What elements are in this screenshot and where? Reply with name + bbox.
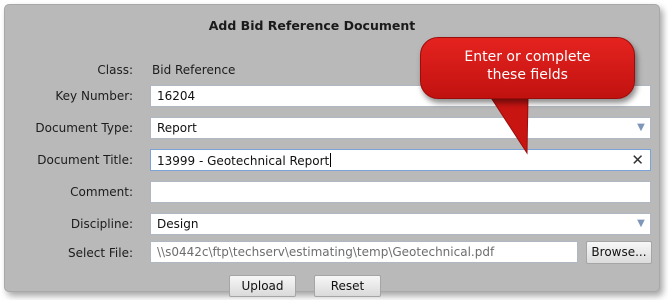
document-title-field[interactable]: 13999 - Geotechnical Report ✕ <box>150 149 651 171</box>
document-type-select[interactable]: Report ▼ <box>150 117 651 139</box>
text-caret <box>330 153 332 167</box>
class-label: Class: <box>97 63 133 77</box>
select-file-value: \\s0442c\ftp\techserv\estimating\temp\Ge… <box>157 245 495 259</box>
key-number-label: Key Number: <box>55 89 133 103</box>
comment-label: Comment: <box>70 185 133 199</box>
select-file-label: Select File: <box>68 246 133 260</box>
key-number-value: 16204 <box>157 89 196 103</box>
chevron-down-icon[interactable]: ▼ <box>635 214 647 234</box>
comment-field[interactable] <box>150 181 651 203</box>
annotation-callout: Enter or complete these fields <box>420 37 635 99</box>
browse-button[interactable]: Browse... <box>586 241 652 264</box>
discipline-label: Discipline: <box>70 217 133 231</box>
select-file-field[interactable]: \\s0442c\ftp\techserv\estimating\temp\Ge… <box>150 241 578 263</box>
callout-line-1: Enter or complete <box>464 49 591 65</box>
dialog-title: Add Bid Reference Document <box>208 18 416 33</box>
discipline-select[interactable]: Design ▼ <box>150 213 651 235</box>
callout-line-2: these fields <box>487 67 568 83</box>
upload-button[interactable]: Upload <box>229 275 296 297</box>
close-icon[interactable]: ✕ <box>631 151 644 169</box>
document-title-label: Document Title: <box>37 153 133 167</box>
document-type-label: Document Type: <box>35 121 133 135</box>
document-type-value: Report <box>157 121 197 135</box>
reset-button[interactable]: Reset <box>314 275 381 297</box>
discipline-value: Design <box>157 217 199 231</box>
chevron-down-icon[interactable]: ▼ <box>635 118 647 138</box>
document-title-value: 13999 - Geotechnical Report <box>157 154 330 168</box>
class-value: Bid Reference <box>152 63 236 77</box>
